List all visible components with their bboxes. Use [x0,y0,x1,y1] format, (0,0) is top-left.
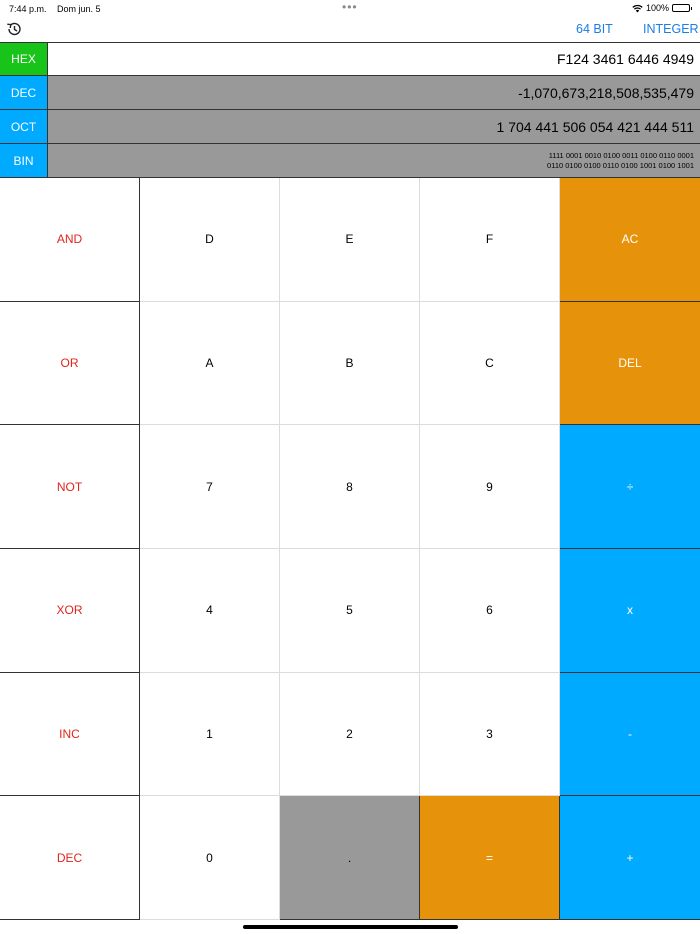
battery-icon [672,4,692,12]
bin-value: 1111 0001 0010 0100 0011 0100 0110 0001 … [48,144,700,177]
key-b-button[interactable]: B [280,301,420,426]
key-9-button[interactable]: 9 [420,425,560,550]
home-indicator[interactable] [243,925,458,929]
display-row-bin: BIN 1111 0001 0010 0100 0011 0100 0110 0… [0,144,700,178]
key-4-button[interactable]: 4 [140,549,280,673]
bin-value-line-2: 0110 0100 0100 0110 0100 1001 0100 1001 [547,160,694,170]
hex-value: F124 3461 6446 4949 [48,43,700,75]
key-c-button[interactable]: C [420,301,560,426]
history-icon[interactable] [5,20,23,38]
key-a-button[interactable]: A [140,301,280,426]
key-ac-button[interactable]: AC [560,178,700,302]
key-6-button[interactable]: 6 [420,549,560,673]
key-multiply-button[interactable]: x [560,549,700,673]
key-subtract-button[interactable]: - [560,672,700,797]
dec-value: -1,070,673,218,508,535,479 [48,76,700,109]
key-decimal-point-button[interactable]: . [280,796,420,921]
key-equals-button[interactable]: = [420,796,560,921]
oct-base-button[interactable]: OCT [0,110,48,143]
toolbar: 64 BIT INTEGER [0,18,700,42]
key-inc-op-button[interactable]: INC [0,672,140,797]
key-7-button[interactable]: 7 [140,425,280,550]
dec-base-button[interactable]: DEC [0,76,48,109]
display-row-oct: OCT 1 704 441 506 054 421 444 511 [0,110,700,144]
key-dec-op-button[interactable]: DEC [0,796,140,921]
status-date: Dom jun. 5 [57,4,101,14]
oct-value: 1 704 441 506 054 421 444 511 [48,110,700,143]
multitasking-dots-icon[interactable]: ••• [342,0,358,14]
key-e-button[interactable]: E [280,178,420,302]
keypad: AND D E F AC OR A B C DEL NOT 7 8 9 ÷ XOR 4 5 6 x INC 1 2 3- DEC… [0,178,700,934]
key-2-button[interactable]: 2 [280,672,420,797]
status-bar: 7:44 p.m. Dom jun. 5 ••• 100% [0,0,700,18]
key-add-button[interactable]: + [560,796,700,921]
key-and-op-button[interactable]: AND [0,178,140,302]
key-f-button[interactable]: F [420,178,560,302]
battery-percent: 100% [645,3,669,13]
display-row-hex: HEX F124 3461 6446 4949 [0,42,700,76]
number-mode-button[interactable]: INTEGER [643,22,699,36]
number-display: HEX F124 3461 6446 4949 DEC -1,070,673,2… [0,42,700,178]
key-xor-op-button[interactable]: XOR [0,549,140,673]
bit-size-button[interactable]: 64 BIT [576,22,613,36]
key-0-button[interactable]: 0 [140,796,280,921]
display-row-dec: DEC -1,070,673,218,508,535,479 [0,76,700,110]
key-1-button[interactable]: 1 [140,672,280,797]
wifi-icon [632,4,643,12]
key-divide-button[interactable]: ÷ [560,425,700,550]
bin-base-button[interactable]: BIN [0,144,48,177]
key-del-button[interactable]: DEL [560,301,700,426]
key-d-button[interactable]: D [140,178,280,302]
hex-base-button[interactable]: HEX [0,43,48,75]
status-right: 100% [632,3,692,13]
status-time: 7:44 p.m. [9,4,47,14]
key-8-button[interactable]: 8 [280,425,420,550]
key-not-op-button[interactable]: NOT [0,425,140,550]
bin-value-line-1: 1111 0001 0010 0100 0011 0100 0110 0001 [548,151,694,160]
key-or-op-button[interactable]: OR [0,301,140,426]
key-5-button[interactable]: 5 [280,549,420,673]
key-3-button[interactable]: 3 [420,672,560,797]
